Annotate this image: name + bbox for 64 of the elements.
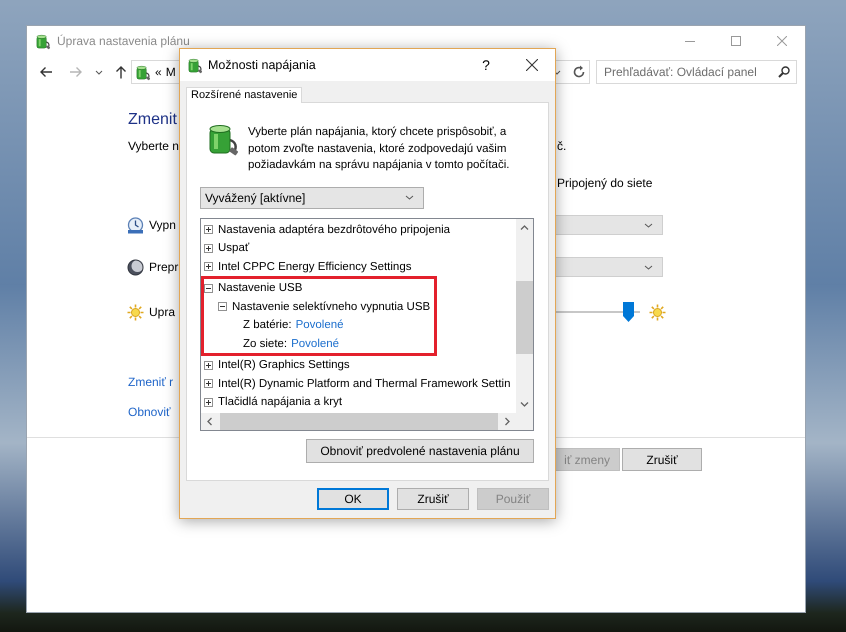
link[interactable]: Zmeniť r [128, 375, 174, 389]
restore-defaults-button[interactable]: Obnoviť predvolené nastavenia plánu [306, 438, 534, 462]
search-field[interactable]: Prehľadávať: Ovládací panel [596, 60, 797, 84]
window-title: Úprava nastavenia plánu [57, 34, 190, 48]
setting-label: Vypn [149, 218, 176, 232]
up-arrow-icon[interactable] [115, 65, 127, 79]
page-heading: Zmenit [128, 110, 177, 130]
caret-icon [405, 195, 414, 200]
column-header: Pripojený do siete [556, 176, 654, 190]
plus-box-icon[interactable] [204, 244, 213, 253]
sun-icon [127, 304, 144, 320]
battery-plug-icon [135, 64, 151, 80]
sun-icon [649, 304, 666, 320]
back-arrow-icon[interactable] [39, 66, 53, 78]
tree-item[interactable]: Tlačidlá napájania a kryt [218, 396, 342, 408]
tree-item[interactable]: Intel(R) Dynamic Platform and Thermal Framework Settin [218, 378, 510, 390]
tree-item[interactable]: Intel(R) Graphics Settings [218, 359, 350, 372]
setting-label: Prepr [149, 260, 178, 274]
dialog-title: Možnosti napájania [208, 58, 316, 72]
breadcrumb[interactable]: M [166, 65, 176, 79]
clock-icon [127, 216, 144, 234]
cancel-button[interactable]: Zrušiť [622, 448, 702, 471]
refresh-icon[interactable] [572, 65, 586, 79]
plus-box-icon[interactable] [204, 262, 213, 272]
scroll-down-icon[interactable] [520, 400, 529, 408]
plus-box-icon[interactable] [204, 379, 213, 388]
caret-icon [644, 264, 653, 270]
help-button[interactable]: ? [463, 49, 509, 81]
plus-box-icon[interactable] [204, 360, 213, 370]
moon-icon [127, 258, 144, 276]
setting-value-link[interactable]: Povolené [291, 338, 340, 350]
scrollbar-thumb[interactable] [220, 412, 498, 430]
minus-box-icon[interactable] [204, 284, 213, 293]
slider-thumb[interactable] [623, 302, 634, 322]
search-icon[interactable] [778, 66, 790, 78]
scroll-left-icon[interactable] [205, 416, 214, 426]
tab[interactable]: Rozšírené nastavenie [186, 87, 302, 103]
minus-box-icon[interactable] [218, 302, 227, 312]
scroll-up-icon[interactable] [520, 222, 529, 232]
tree-item[interactable]: Nastavenie USB [218, 282, 302, 294]
battery-plug-icon [35, 32, 51, 50]
setting-value-link[interactable]: Povolené [296, 319, 344, 332]
caret-icon[interactable] [95, 70, 103, 74]
tree-item[interactable]: Nastavenia adaptéra bezdrôtového pripojenia [218, 224, 450, 236]
tree-item[interactable]: Nastavenie selektívneho vypnutia USB [232, 300, 430, 313]
ok-button[interactable]: OK [317, 488, 389, 510]
page-description: Vyberte n [128, 139, 179, 153]
page-description: č. [556, 139, 568, 153]
link[interactable]: Obnoviť [128, 405, 171, 419]
instruction-text: Vyberte plán napájania, ktorý chcete prispôsobiť, a potom zvoľte nastavenia, ktoré zodpovedajú vašim požiadavkám na správu napájania v tomto počítači. [248, 125, 510, 173]
setting-label: Zo siete: [243, 338, 288, 350]
scrollbar-thumb[interactable] [516, 280, 533, 354]
plus-box-icon[interactable] [204, 398, 213, 407]
cancel-button[interactable]: Zrušiť [397, 488, 469, 510]
tree-item[interactable]: Intel CPPC Energy Efficiency Settings [218, 260, 412, 273]
scroll-right-icon[interactable] [503, 416, 512, 426]
plan-dropdown[interactable]: Vyvážený [aktívne] [200, 186, 424, 208]
setting-label: Upra [149, 305, 176, 319]
caret-icon [644, 222, 653, 228]
breadcrumb-overflow[interactable]: « [155, 65, 162, 79]
tree-item[interactable]: Uspať [218, 242, 250, 254]
battery-plug-icon [187, 56, 203, 74]
plus-box-icon[interactable] [204, 225, 213, 234]
setting-label: Z batérie: [243, 319, 292, 332]
